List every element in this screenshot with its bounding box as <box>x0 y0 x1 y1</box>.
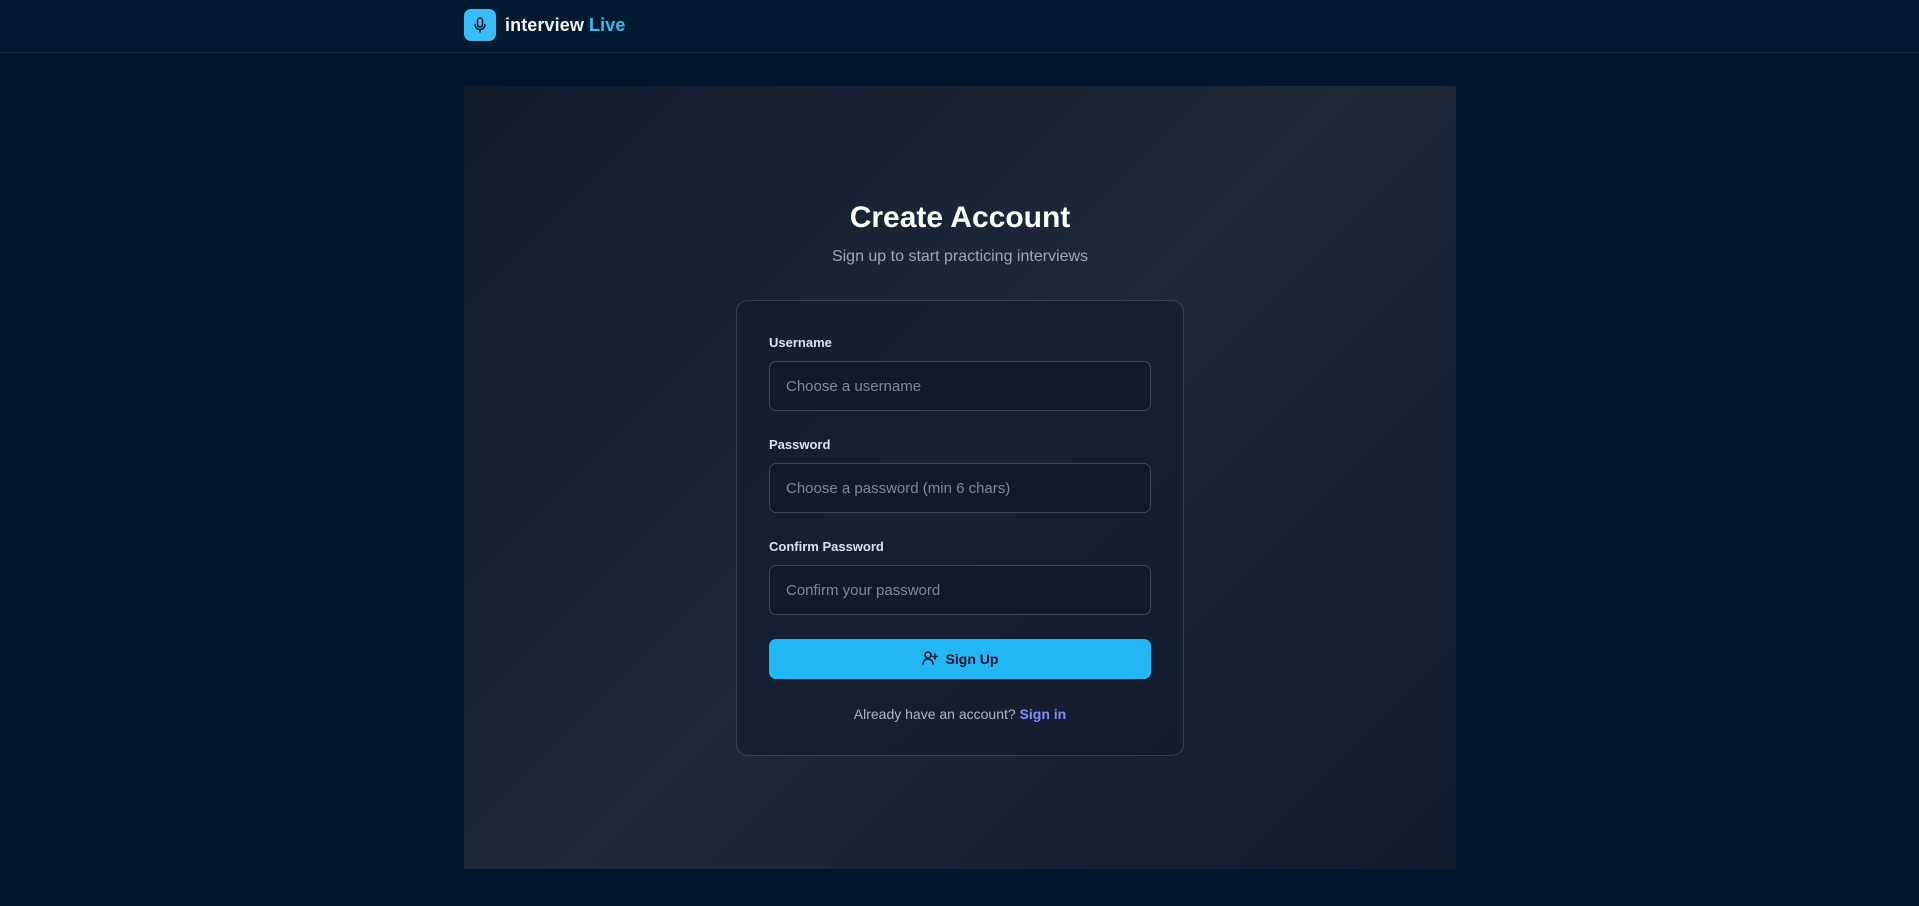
signin-prompt-text: Already have an account? <box>853 706 1016 722</box>
username-input[interactable] <box>769 361 1151 411</box>
brand-name-main: interview <box>505 14 584 35</box>
brand-name: interview Live <box>505 15 625 36</box>
sign-up-label: Sign Up <box>945 651 999 667</box>
password-input[interactable] <box>769 463 1151 513</box>
signup-panel: Create Account Sign up to start practici… <box>464 86 1456 869</box>
signin-prompt: Already have an account? Sign in <box>737 706 1183 722</box>
sign-up-button[interactable]: Sign Up <box>769 639 1151 679</box>
brand-logo-link[interactable]: interview Live <box>464 9 625 41</box>
page-title: Create Account <box>849 201 1071 234</box>
page-subtitle: Sign up to start practicing interviews <box>831 248 1089 265</box>
confirm-password-label: Confirm Password <box>769 539 884 554</box>
brand-name-accent: Live <box>589 14 626 35</box>
confirm-password-input[interactable] <box>769 565 1151 615</box>
user-plus-icon <box>921 650 938 669</box>
top-navbar: interview Live <box>0 0 1919 53</box>
sign-in-link[interactable]: Sign in <box>1020 706 1067 722</box>
username-label: Username <box>769 335 832 350</box>
password-label: Password <box>769 437 831 452</box>
signup-form: Username Password Confirm Password Sign … <box>736 300 1184 756</box>
microphone-icon <box>464 9 496 41</box>
